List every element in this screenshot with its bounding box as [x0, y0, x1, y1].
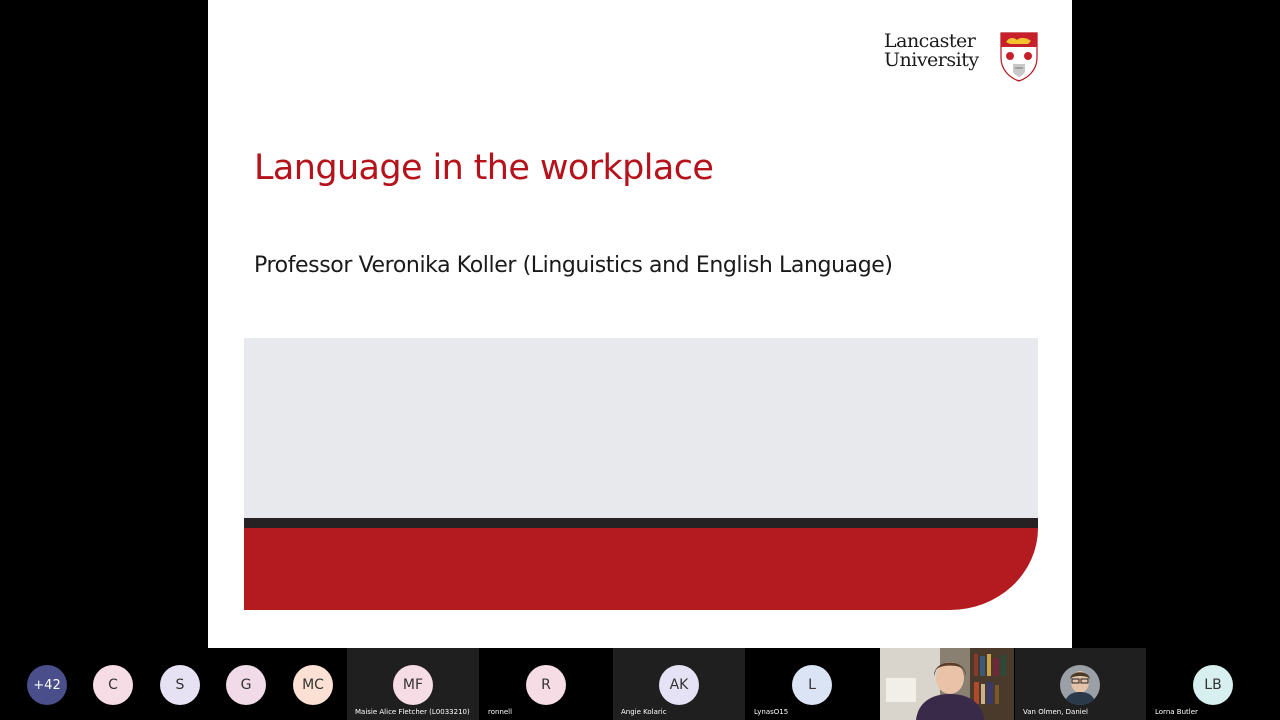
participant-tile[interactable]: LB Lorna Butler: [1147, 648, 1280, 720]
participant-tile[interactable]: Van Olmen, Daniel: [1015, 648, 1146, 720]
participant-avatar: R: [526, 665, 566, 705]
logo-wordmark: Lancaster University: [884, 32, 996, 70]
participant-name: Lorna Butler: [1155, 708, 1198, 716]
participant-avatar: AK: [659, 665, 699, 705]
participant-tile[interactable]: MF Maisie Alice Fletcher (L0033210): [347, 648, 479, 720]
banner-dark-stripe: [244, 518, 1038, 528]
participant-tile[interactable]: AK Angie Kolaric: [613, 648, 745, 720]
crest-icon: [1000, 32, 1038, 82]
participant-avatar: MF: [393, 665, 433, 705]
participant-tile[interactable]: L LynasO15: [746, 648, 879, 720]
participant-name: ronnell: [488, 708, 513, 716]
participant-name: Van Olmen, Daniel: [1023, 708, 1088, 716]
participant-name: LynasO15: [754, 708, 789, 716]
slide-presenter: Professor Veronika Koller (Linguistics a…: [254, 253, 893, 278]
participant-avatar[interactable]: C: [93, 665, 133, 705]
banner-red-band: [244, 528, 1038, 610]
meeting-window: Lancaster University Language in the wor…: [0, 0, 1280, 720]
slide-title: Language in the workplace: [254, 148, 714, 188]
lancaster-university-logo: Lancaster University: [884, 32, 1040, 84]
user-photo-icon: [1060, 665, 1100, 705]
banner-grey-band: [244, 338, 1038, 518]
participant-tile[interactable]: R ronnell: [480, 648, 612, 720]
shared-slide: Lancaster University Language in the wor…: [208, 0, 1072, 648]
participant-avatar: L: [792, 665, 832, 705]
participant-strip: +42 C S G MC MF Maisie Alice Fletcher (L…: [0, 648, 1280, 720]
logo-line-2: University: [884, 49, 979, 71]
participant-avatar[interactable]: MC: [293, 665, 333, 705]
participant-name: Angie Kolaric: [621, 708, 667, 716]
participant-avatar[interactable]: G: [226, 665, 266, 705]
participant-avatar[interactable]: S: [160, 665, 200, 705]
more-participants-button[interactable]: +42: [27, 665, 67, 705]
presenter-video-icon: [880, 648, 1014, 720]
participant-avatar: LB: [1193, 665, 1233, 705]
presenter-video-tile[interactable]: [880, 648, 1014, 720]
participant-name: Maisie Alice Fletcher (L0033210): [355, 708, 470, 716]
